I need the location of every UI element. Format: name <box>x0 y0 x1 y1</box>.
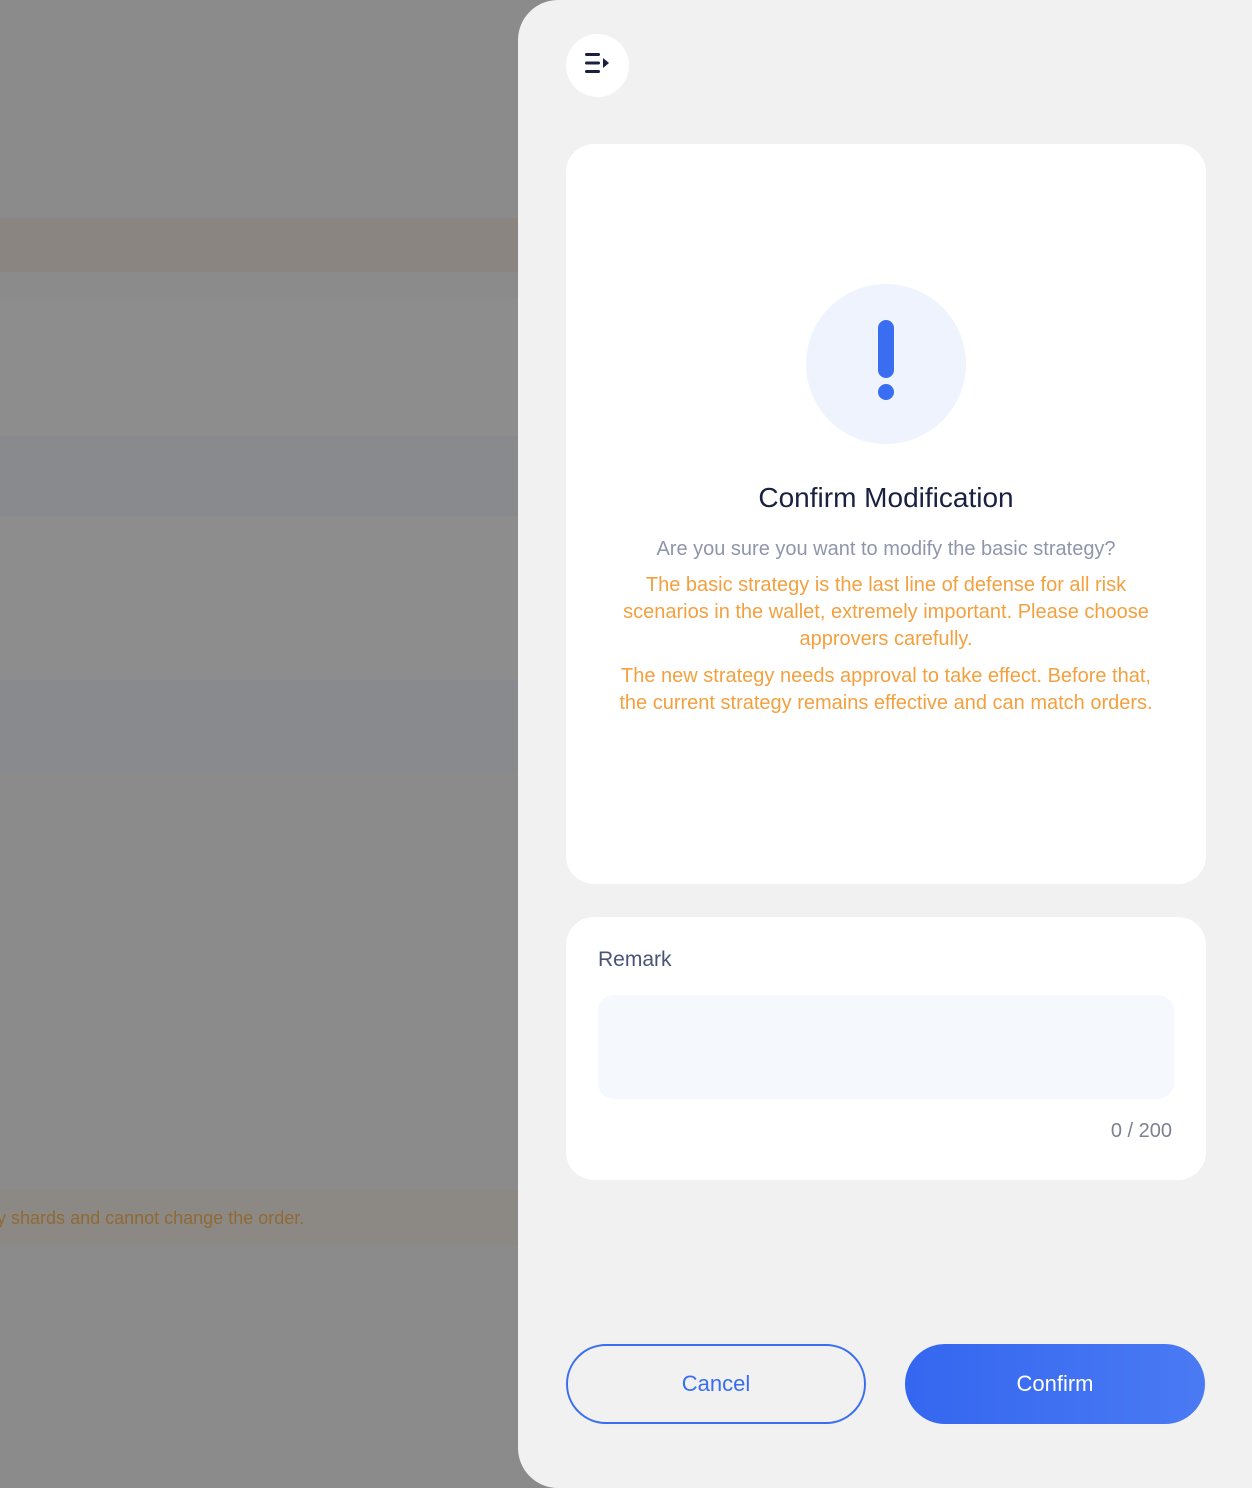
confirm-drawer: Confirm Modification Are you sure you wa… <box>518 0 1252 1488</box>
remark-char-counter: 0 / 200 <box>1110 1120 1172 1142</box>
background-section <box>0 680 520 772</box>
dialog-title: Confirm Modification <box>758 482 1014 513</box>
warning-text: The new strategy needs approval to take … <box>619 665 1153 714</box>
background-section <box>0 516 520 680</box>
remark-card: Remark 0 / 200 <box>566 917 1206 1180</box>
page: ate key shards and cannot change the ord… <box>0 0 1252 1488</box>
collapse-drawer-icon <box>582 47 614 84</box>
background-warning-notice: ate key shards and cannot change the ord… <box>0 1190 520 1246</box>
remark-input[interactable] <box>598 995 1174 1099</box>
dialog-question: Are you sure you want to modify the basi… <box>656 538 1116 560</box>
remark-label: Remark <box>598 948 672 971</box>
background-warning-bar <box>0 218 520 272</box>
background-section <box>0 298 520 436</box>
background-section <box>0 436 520 516</box>
alert-badge <box>806 284 966 444</box>
confirm-button[interactable]: Confirm <box>905 1344 1205 1424</box>
collapse-drawer-button[interactable] <box>566 34 629 97</box>
confirm-dialog-card: Confirm Modification Are you sure you wa… <box>566 144 1206 884</box>
warning-text: The basic strategy is the last line of d… <box>623 574 1149 650</box>
exclamation-icon <box>874 319 898 409</box>
background-warning-text: ate key shards and cannot change the ord… <box>0 1207 305 1228</box>
cancel-button[interactable]: Cancel <box>566 1344 866 1424</box>
